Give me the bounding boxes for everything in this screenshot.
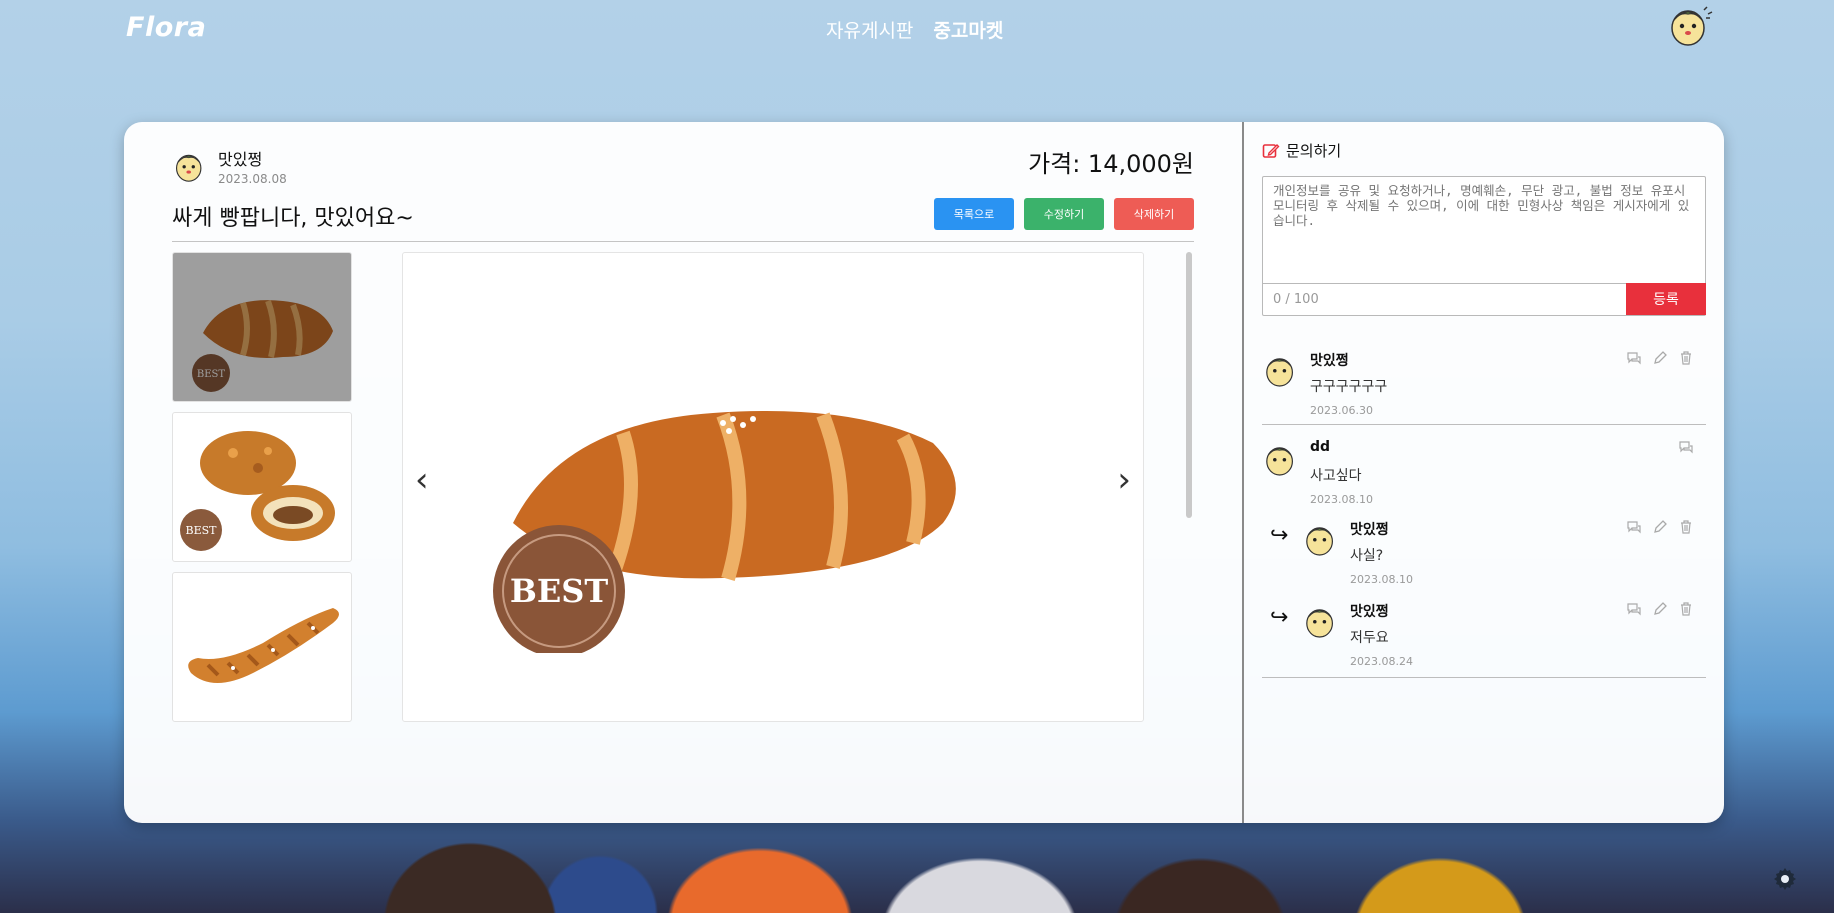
prev-image-arrow[interactable]: ‹ (415, 463, 429, 497)
post-section: 맛있쩡 2023.08.08 가격: 14,000원 싸게 빵팝니다, 맛있어요… (124, 122, 1242, 823)
delete-post-button[interactable]: 삭제하기 (1114, 198, 1194, 230)
reply-item: ↪ 맛있쩡 사실? 2023.08.10 (1262, 513, 1708, 595)
edit-icon[interactable] (1652, 519, 1668, 535)
submit-inquiry-button[interactable]: 등록 (1626, 283, 1706, 315)
pencil-square-icon (1262, 143, 1280, 158)
reply-icon[interactable] (1678, 439, 1694, 455)
comment-list: 맛있쩡 구구구구구구 2023.06.30 dd 사고싶다 2023.08.10… (1262, 344, 1708, 678)
comment-item: 맛있쩡 구구구구구구 2023.06.30 (1262, 344, 1708, 424)
salt-bread-main-image: BEST (493, 411, 956, 653)
char-counter: 0 / 100 (1273, 292, 1319, 307)
author-name: 맛있쩡 (218, 150, 263, 169)
comment-item: dd 사고싶다 2023.08.10 (1262, 433, 1708, 513)
comment-divider (1262, 677, 1706, 678)
reply-item: ↪ 맛있쩡 저두요 2023.08.24 (1262, 595, 1708, 677)
reply-arrow-icon: ↪ (1270, 523, 1289, 548)
svg-text:BEST: BEST (186, 524, 218, 537)
comment-body: 구구구구구구 (1310, 379, 1388, 395)
thumbnail-list: BEST BEST (172, 252, 352, 722)
nav-link-used-market[interactable]: 중고마켓 (933, 16, 1003, 43)
comment-actions (1626, 601, 1694, 617)
author-avatar (175, 154, 202, 182)
twisted-bread-image (188, 608, 339, 683)
comment-date: 2023.08.10 (1310, 493, 1373, 506)
top-navbar: Flora 자유게시판 중고마켓 (0, 0, 1834, 60)
thumbnail-salt-bread[interactable]: BEST (172, 252, 352, 402)
reply-icon[interactable] (1626, 350, 1642, 366)
trash-icon[interactable] (1678, 519, 1694, 535)
post-author: 맛있쩡 2023.08.08 (172, 146, 287, 186)
comment-avatar (1266, 358, 1293, 387)
inquiry-footer: 0 / 100 등록 (1263, 283, 1706, 315)
salt-bread-image: BEST (192, 299, 333, 392)
comment-actions (1678, 439, 1694, 455)
edit-icon[interactable] (1652, 601, 1668, 617)
svg-text:BEST: BEST (197, 369, 225, 380)
post-actions: 목록으로 수정하기 삭제하기 (934, 198, 1194, 230)
settings-gear-icon[interactable] (1772, 866, 1798, 892)
mascot-avatar-icon[interactable] (1666, 2, 1716, 48)
comment-author: 맛있쩡 (1310, 353, 1349, 369)
main-nav: 자유게시판 중고마켓 (826, 16, 1003, 43)
reply-arrow-icon: ↪ (1270, 605, 1289, 630)
svg-text:BEST: BEST (510, 572, 609, 610)
comment-author: dd (1310, 439, 1331, 455)
thumbnail-twisted-bread[interactable] (172, 572, 352, 722)
comment-avatar (1306, 609, 1333, 638)
comment-avatar (1266, 447, 1293, 476)
comment-body: 저두요 (1350, 630, 1389, 646)
inquiry-section: 문의하기 0 / 100 등록 맛있쩡 구구구구구구 2023.06.30 (1262, 122, 1708, 823)
comment-divider (1262, 424, 1706, 425)
inquiry-textarea[interactable] (1263, 177, 1705, 284)
comment-author: 맛있쩡 (1350, 522, 1389, 538)
section-divider (1242, 122, 1244, 823)
comment-avatar (1306, 527, 1333, 556)
next-image-arrow[interactable]: › (1117, 463, 1131, 497)
post-detail-card: 맛있쩡 2023.08.08 가격: 14,000원 싸게 빵팝니다, 맛있어요… (124, 122, 1724, 823)
comment-actions (1626, 350, 1694, 366)
post-date: 2023.08.08 (218, 172, 287, 186)
edit-icon[interactable] (1652, 350, 1668, 366)
post-title: 싸게 빵팝니다, 맛있어요~ (172, 206, 414, 231)
back-to-list-button[interactable]: 목록으로 (934, 198, 1014, 230)
inquiry-header: 문의하기 (1262, 140, 1341, 161)
comment-date: 2023.08.10 (1350, 573, 1413, 586)
trash-icon[interactable] (1678, 601, 1694, 617)
comment-body: 사실? (1350, 548, 1384, 564)
comment-date: 2023.06.30 (1310, 404, 1373, 417)
croquette-bread-image: BEST (180, 431, 335, 551)
inquiry-form: 0 / 100 등록 (1262, 176, 1706, 316)
viewer-scrollbar[interactable] (1186, 252, 1192, 518)
image-viewer: BEST ‹ › (402, 252, 1144, 722)
comment-date: 2023.08.24 (1350, 655, 1413, 668)
comment-author: 맛있쩡 (1350, 604, 1389, 620)
inquiry-title: 문의하기 (1286, 142, 1342, 160)
thumbnail-croquette-bread[interactable]: BEST (172, 412, 352, 562)
reply-icon[interactable] (1626, 601, 1642, 617)
price-label: 가격: 14,000원 (1028, 150, 1194, 178)
comment-body: 사고싶다 (1310, 468, 1362, 484)
title-divider (172, 241, 1194, 242)
nav-link-free-board[interactable]: 자유게시판 (826, 16, 913, 43)
edit-post-button[interactable]: 수정하기 (1024, 198, 1104, 230)
comment-actions (1626, 519, 1694, 535)
reply-icon[interactable] (1626, 519, 1642, 535)
trash-icon[interactable] (1678, 350, 1694, 366)
logo[interactable]: Flora (126, 12, 206, 43)
